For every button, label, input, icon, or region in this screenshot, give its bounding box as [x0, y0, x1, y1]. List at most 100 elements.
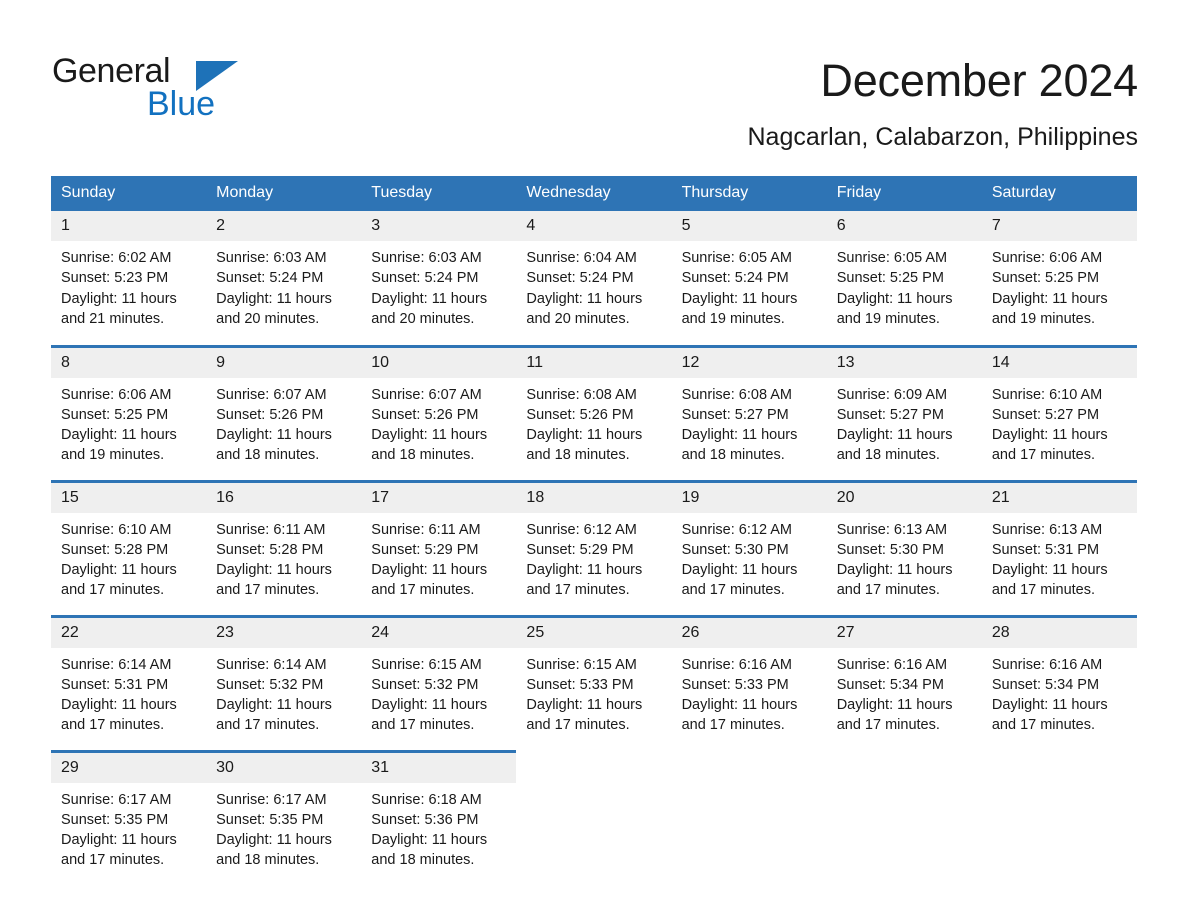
- day-number: 6: [826, 211, 982, 241]
- daylight-text: Daylight: 11 hours and 18 minutes.: [681, 427, 798, 464]
- calendar-day-cell[interactable]: 10 Sunrise: 6:07 AM Sunset: 5:26 PM Dayligh…: [361, 344, 517, 481]
- calendar-day-cell[interactable]: 11 Sunrise: 6:08 AM Sunset: 5:26 PM Dayligh…: [516, 344, 672, 481]
- daylight-text: Daylight: 11 hours and 17 minutes.: [216, 562, 332, 599]
- sunrise-text: Sunrise: 6:13 AM: [991, 521, 1103, 538]
- day-details: Sunrise: 6:08 AM Sunset: 5:26 PM Daylight:…: [516, 378, 671, 466]
- sunset-text: Sunset: 5:33 PM: [526, 676, 634, 693]
- calendar-day-cell[interactable]: 21 Sunrise: 6:13 AM Sunset: 5:31 PM Dayligh…: [981, 479, 1137, 616]
- calendar-day-cell[interactable]: 17 Sunrise: 6:11 AM Sunset: 5:29 PM Dayligh…: [361, 479, 517, 616]
- sunrise-text: Sunrise: 6:08 AM: [681, 386, 792, 403]
- daylight-text: Daylight: 11 hours and 17 minutes.: [61, 697, 177, 734]
- calendar-day-cell[interactable]: 6 Sunrise: 6:05 AM Sunset: 5:25 PM Daylight…: [826, 211, 982, 346]
- page-header: General Blue December 2024 Nagcarlan, Ca…: [0, 0, 1188, 154]
- sunset-text: Sunset: 5:25 PM: [836, 270, 944, 287]
- daylight-text: Daylight: 11 hours and 17 minutes.: [991, 427, 1108, 464]
- day-details: Sunrise: 6:07 AM Sunset: 5:26 PM Daylight:…: [361, 378, 516, 466]
- calendar-day-cell[interactable]: 1 Sunrise: 6:02 AM Sunset: 5:23 PM Daylight…: [51, 211, 207, 346]
- weekday-header-thursday: Thursday: [671, 176, 827, 211]
- sunset-text: Sunset: 5:24 PM: [216, 270, 324, 287]
- day-number: 20: [826, 482, 982, 513]
- sunset-text: Sunset: 5:26 PM: [216, 406, 324, 423]
- calendar-day-cell[interactable]: 13 Sunrise: 6:09 AM Sunset: 5:27 PM Dayligh…: [826, 344, 982, 481]
- sunrise-text: Sunrise: 6:18 AM: [371, 791, 482, 808]
- calendar-day-cell[interactable]: 2 Sunrise: 6:03 AM Sunset: 5:24 PM Daylight…: [206, 211, 362, 346]
- daylight-text: Daylight: 11 hours and 18 minutes.: [836, 427, 953, 464]
- day-number: 14: [981, 347, 1137, 378]
- sunrise-text: Sunrise: 6:08 AM: [526, 386, 637, 403]
- sunrise-text: Sunrise: 6:11 AM: [371, 521, 481, 538]
- day-number: 11: [516, 347, 672, 378]
- calendar-day-cell[interactable]: 7 Sunrise: 6:06 AM Sunset: 5:25 PM Daylight…: [981, 211, 1137, 346]
- sunset-text: Sunset: 5:34 PM: [991, 676, 1100, 693]
- calendar-day-cell[interactable]: 30 Sunrise: 6:17 AM Sunset: 5:35 PM Dayligh…: [206, 749, 362, 886]
- calendar-day-cell[interactable]: 15 Sunrise: 6:10 AM Sunset: 5:28 PM Dayligh…: [51, 479, 207, 616]
- sunrise-text: Sunrise: 6:14 AM: [216, 656, 327, 673]
- sunrise-text: Sunrise: 6:11 AM: [216, 521, 326, 538]
- generalblue-logo[interactable]: General Blue: [52, 52, 292, 128]
- day-number: 25: [516, 617, 672, 648]
- sunset-text: Sunset: 5:29 PM: [526, 541, 634, 558]
- daylight-text: Daylight: 11 hours and 20 minutes.: [371, 290, 488, 327]
- calendar-day-cell[interactable]: 23 Sunrise: 6:14 AM Sunset: 5:32 PM Dayligh…: [206, 614, 362, 751]
- day-number: 23: [206, 617, 362, 648]
- sunset-text: Sunset: 5:32 PM: [216, 676, 324, 693]
- sunrise-text: Sunrise: 6:12 AM: [526, 521, 637, 538]
- day-number: 8: [51, 347, 207, 378]
- calendar-day-cell[interactable]: 20 Sunrise: 6:13 AM Sunset: 5:30 PM Dayligh…: [826, 479, 982, 616]
- day-number: 29: [51, 752, 207, 783]
- day-details: Sunrise: 6:18 AM Sunset: 5:36 PM Daylight:…: [361, 783, 516, 871]
- calendar-day-cell[interactable]: 3 Sunrise: 6:03 AM Sunset: 5:24 PM Daylight…: [361, 211, 517, 346]
- calendar-day-cell[interactable]: 25 Sunrise: 6:15 AM Sunset: 5:33 PM Dayligh…: [516, 614, 672, 751]
- sunset-text: Sunset: 5:27 PM: [836, 406, 944, 423]
- location-subtitle: Nagcarlan, Calabarzon, Philippines: [747, 123, 1138, 151]
- calendar-day-cell[interactable]: 8 Sunrise: 6:06 AM Sunset: 5:25 PM Daylight…: [51, 344, 207, 481]
- sunrise-text: Sunrise: 6:10 AM: [61, 521, 172, 538]
- calendar-week-row: 15 Sunrise: 6:10 AM Sunset: 5:28 PM Dayligh…: [51, 479, 1137, 616]
- calendar-day-cell[interactable]: 9 Sunrise: 6:07 AM Sunset: 5:26 PM Daylight…: [206, 344, 362, 481]
- daylight-text: Daylight: 11 hours and 17 minutes.: [836, 697, 953, 734]
- calendar-day-cell[interactable]: 12 Sunrise: 6:08 AM Sunset: 5:27 PM Dayligh…: [671, 344, 827, 481]
- sunrise-text: Sunrise: 6:06 AM: [991, 250, 1103, 266]
- daylight-text: Daylight: 11 hours and 17 minutes.: [681, 562, 798, 599]
- sunset-text: Sunset: 5:26 PM: [371, 406, 479, 423]
- calendar-day-cell[interactable]: 16 Sunrise: 6:11 AM Sunset: 5:28 PM Dayligh…: [206, 479, 362, 616]
- calendar-day-cell[interactable]: 31 Sunrise: 6:18 AM Sunset: 5:36 PM Dayligh…: [361, 749, 517, 886]
- day-number: 4: [516, 211, 672, 241]
- day-details: Sunrise: 6:02 AM Sunset: 5:23 PM Daylight:…: [51, 241, 206, 329]
- sunrise-text: Sunrise: 6:16 AM: [836, 656, 948, 673]
- calendar-day-cell[interactable]: 27 Sunrise: 6:16 AM Sunset: 5:34 PM Dayligh…: [826, 614, 982, 751]
- calendar-day-cell[interactable]: 4 Sunrise: 6:04 AM Sunset: 5:24 PM Daylight…: [516, 211, 672, 346]
- weekday-header-row: Sunday Monday Tuesday Wednesday Thursday…: [51, 176, 1137, 211]
- sunset-text: Sunset: 5:26 PM: [526, 406, 634, 423]
- day-details: Sunrise: 6:16 AM Sunset: 5:34 PM Daylight:…: [827, 648, 982, 736]
- sunset-text: Sunset: 5:35 PM: [61, 811, 169, 828]
- calendar-day-cell[interactable]: 18 Sunrise: 6:12 AM Sunset: 5:29 PM Dayligh…: [516, 479, 672, 616]
- calendar-day-cell[interactable]: 26 Sunrise: 6:16 AM Sunset: 5:33 PM Dayligh…: [671, 614, 827, 751]
- calendar-day-cell[interactable]: 14 Sunrise: 6:10 AM Sunset: 5:27 PM Dayligh…: [981, 344, 1137, 481]
- calendar-day-cell[interactable]: 22 Sunrise: 6:14 AM Sunset: 5:31 PM Dayligh…: [51, 614, 207, 751]
- sunset-text: Sunset: 5:24 PM: [371, 270, 479, 287]
- weekday-header-wednesday: Wednesday: [516, 176, 672, 211]
- weekday-header-saturday: Saturday: [981, 176, 1137, 211]
- daylight-text: Daylight: 11 hours and 20 minutes.: [216, 290, 332, 327]
- day-number: 18: [516, 482, 672, 513]
- day-details: Sunrise: 6:17 AM Sunset: 5:35 PM Daylight:…: [51, 783, 206, 871]
- calendar-day-cell[interactable]: 28 Sunrise: 6:16 AM Sunset: 5:34 PM Dayligh…: [981, 614, 1137, 751]
- day-details: Sunrise: 6:06 AM Sunset: 5:25 PM Daylight:…: [982, 241, 1137, 329]
- sunrise-text: Sunrise: 6:03 AM: [371, 250, 482, 266]
- day-number: 28: [981, 617, 1137, 648]
- sunrise-text: Sunrise: 6:05 AM: [681, 250, 792, 266]
- calendar-day-cell[interactable]: 29 Sunrise: 6:17 AM Sunset: 5:35 PM Dayligh…: [51, 749, 207, 886]
- day-number: [827, 751, 982, 781]
- day-number: [982, 751, 1137, 781]
- day-details: Sunrise: 6:10 AM Sunset: 5:27 PM Daylight:…: [982, 378, 1137, 466]
- calendar-day-cell[interactable]: 19 Sunrise: 6:12 AM Sunset: 5:30 PM Dayligh…: [671, 479, 827, 616]
- day-number: 26: [671, 617, 827, 648]
- day-number: 22: [51, 617, 207, 648]
- calendar-day-cell[interactable]: 5 Sunrise: 6:05 AM Sunset: 5:24 PM Daylight…: [671, 211, 827, 346]
- calendar-week-row: 8 Sunrise: 6:06 AM Sunset: 5:25 PM Daylight…: [51, 344, 1137, 481]
- calendar-day-cell[interactable]: 24 Sunrise: 6:15 AM Sunset: 5:32 PM Dayligh…: [361, 614, 517, 751]
- sunset-text: Sunset: 5:24 PM: [681, 270, 789, 287]
- daylight-text: Daylight: 11 hours and 17 minutes.: [61, 832, 177, 869]
- weekday-header-sunday: Sunday: [51, 176, 207, 211]
